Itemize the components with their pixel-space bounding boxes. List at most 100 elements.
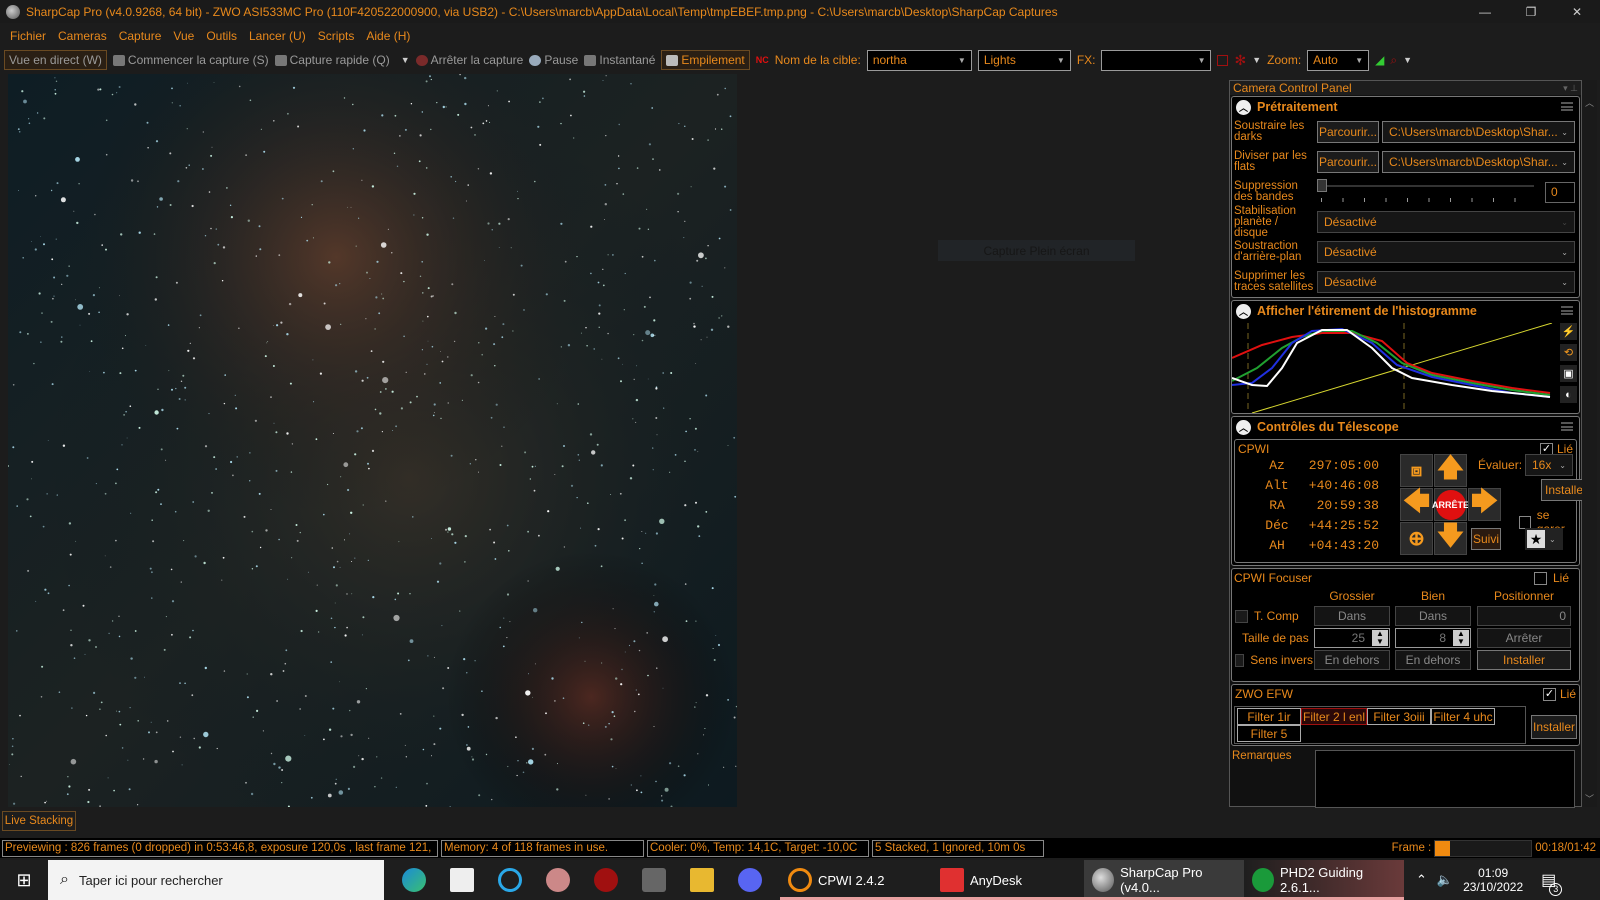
taskbar-app-sharpcap[interactable]: SharpCap Pro (v4.0... (1084, 860, 1244, 900)
section-header[interactable]: ︿ Prétraitement (1232, 97, 1579, 117)
arrow-up-button[interactable]: 🡅 (1434, 452, 1467, 487)
spin-icon[interactable]: ▲ ▼ (1372, 630, 1388, 646)
filter-4-button[interactable]: Filter 4 uhc (1431, 708, 1495, 725)
collapse-icon[interactable]: ︿ (1236, 99, 1251, 115)
tracking-button[interactable]: Suivi (1471, 528, 1501, 550)
section-header[interactable]: ︿ Contrôles du Télescope (1232, 417, 1579, 437)
taskbar-app-cpwi[interactable]: CPWI 2.4.2 (780, 860, 932, 900)
discord-icon[interactable] (738, 868, 762, 892)
fx-combo[interactable]: ▼ (1101, 49, 1212, 71)
app-icon[interactable] (594, 868, 618, 892)
coarse-in-button[interactable]: Dans (1314, 606, 1390, 626)
position-input[interactable]: 0 (1477, 606, 1571, 626)
menu-icon[interactable] (1561, 306, 1573, 315)
notifications-icon[interactable]: ▤ 3 (1533, 870, 1564, 896)
tcomp-checkbox[interactable] (1235, 609, 1248, 623)
crosshair-icon[interactable]: ✻ (1234, 52, 1246, 69)
pause-button[interactable]: Pause (529, 53, 578, 67)
app-icon[interactable] (546, 868, 570, 892)
snapshot-button[interactable]: Instantané (584, 53, 655, 67)
histogram-chart[interactable] (1232, 323, 1557, 413)
taskbar-search[interactable]: ⌕ Taper ici pour rechercher (48, 860, 384, 900)
coarse-step-stepper[interactable]: 25 ▲ ▼ (1314, 628, 1390, 648)
park-checkbox[interactable] (1519, 515, 1531, 529)
auto-stretch-icon[interactable]: ⚡ (1560, 323, 1577, 340)
efw-linked-checkbox[interactable]: ✓ (1542, 687, 1556, 701)
minimize-button[interactable]: — (1462, 0, 1508, 23)
menu-outils[interactable]: Outils (200, 29, 243, 43)
stabilisation-combo[interactable]: Désactivé ⌄ (1317, 211, 1575, 233)
menu-vue[interactable]: Vue (167, 29, 200, 43)
sync-combo[interactable]: ★ ⌄ (1525, 528, 1563, 550)
efw-setup-button[interactable]: Installer (1531, 715, 1577, 739)
filter-1-button[interactable]: Filter 1ir (1237, 708, 1301, 725)
windows-start-icon[interactable]: ⊞ (0, 870, 48, 891)
star-app-icon[interactable] (642, 868, 666, 892)
collapse-icon[interactable]: ︿ (1236, 419, 1251, 435)
arrow-right-button[interactable]: 🡆 (1468, 486, 1501, 521)
fine-out-button[interactable]: En dehors (1395, 650, 1471, 670)
stacking-button[interactable]: Empilement (661, 50, 750, 70)
menu-icon[interactable] (1561, 102, 1573, 111)
stop-capture-button[interactable]: Arrêter la capture (415, 53, 523, 67)
menu-fichier[interactable]: Fichier (4, 29, 52, 43)
flats-path-combo[interactable]: C:\Users\marcb\Desktop\Shar... ⌄ (1382, 151, 1575, 173)
panel-scrollbar[interactable]: ︿ ﹀ (1582, 80, 1597, 807)
file-explorer-icon[interactable] (690, 868, 714, 892)
notes-textarea[interactable] (1315, 750, 1575, 808)
image-viewer[interactable] (8, 74, 737, 807)
menu-cameras[interactable]: Cameras (52, 29, 113, 43)
close-button[interactable]: ✕ (1554, 0, 1600, 23)
reverse-checkbox[interactable] (1235, 653, 1245, 667)
menu-capture[interactable]: Capture (113, 29, 168, 43)
filter-2-button[interactable]: Filter 2 l enl (1301, 708, 1367, 725)
darks-browse-button[interactable]: Parcourir... (1317, 121, 1379, 143)
home-target-icon[interactable]: ⊕ (1400, 522, 1433, 555)
fine-step-stepper[interactable]: 8 ▲ ▼ (1395, 628, 1471, 648)
maximize-button[interactable]: ❐ (1508, 0, 1554, 23)
section-header[interactable]: ︿ Afficher l'étirement de l'histogramme (1232, 301, 1579, 321)
menu-icon[interactable] (1561, 422, 1573, 431)
menu-scripts[interactable]: Scripts (312, 29, 361, 43)
banding-slider[interactable] (1317, 179, 1542, 205)
fine-in-button[interactable]: Dans (1395, 606, 1471, 626)
spin-icon[interactable]: ▲ ▼ (1453, 630, 1469, 646)
background-combo[interactable]: Désactivé ⌄ (1317, 241, 1575, 263)
roi-icon[interactable] (1217, 54, 1229, 66)
banding-value-input[interactable]: 0 (1545, 181, 1575, 203)
edge-icon[interactable] (402, 868, 426, 892)
volume-icon[interactable]: 🔈 (1437, 872, 1453, 888)
histogram-icon[interactable]: ◢ (1375, 53, 1384, 67)
taskbar-app-anydesk[interactable]: AnyDesk (932, 860, 1084, 900)
live-view-button[interactable]: Vue en direct (W) (4, 50, 107, 70)
filter-3-button[interactable]: Filter 3oiii (1367, 708, 1431, 725)
chevron-down-icon[interactable]: ▼ (1403, 55, 1412, 65)
focuser-setup-button[interactable]: Installer (1477, 650, 1571, 670)
satellite-combo[interactable]: Désactivé ⌄ (1317, 271, 1575, 293)
tray-chevron-up-icon[interactable]: ⌃ (1416, 872, 1427, 888)
darks-path-combo[interactable]: C:\Users\marcb\Desktop\Shar... ⌄ (1382, 121, 1575, 143)
contrast-icon[interactable]: ◐ (1560, 386, 1577, 403)
live-stacking-tab[interactable]: Live Stacking (2, 811, 76, 831)
rate-combo[interactable]: 16x ⌄ (1525, 454, 1573, 476)
focuser-stop-button[interactable]: Arrêter (1477, 628, 1571, 648)
stellarium-icon[interactable] (450, 868, 474, 892)
arrow-left-button[interactable]: 🡄 (1400, 486, 1433, 521)
zoom-combo[interactable]: Auto ▼ (1307, 49, 1370, 71)
reset-icon[interactable]: ⟲ (1560, 344, 1577, 361)
pin-icon[interactable]: ▾ ⊥ (1563, 81, 1581, 95)
slider-thumb[interactable] (1317, 179, 1327, 192)
flats-browse-button[interactable]: Parcourir... (1317, 151, 1379, 173)
quick-capture-button[interactable]: Capture rapide (Q) ▼ (274, 53, 410, 67)
chevron-down-icon[interactable]: ▼ (1252, 55, 1261, 65)
focuser-linked-checkbox[interactable] (1533, 571, 1547, 585)
taskbar-app-phd2[interactable]: PHD2 Guiding 2.6.1... (1244, 860, 1404, 900)
target-name-combo[interactable]: northa ▼ (866, 49, 972, 71)
frame-type-combo[interactable]: Lights ▼ (977, 49, 1071, 71)
filter-5-button[interactable]: Filter 5 (1237, 725, 1301, 742)
menu-lancer[interactable]: Lancer (U) (243, 29, 312, 43)
menu-aide[interactable]: Aide (H) (360, 29, 416, 43)
scroll-down-icon[interactable]: ﹀ (1582, 792, 1597, 805)
save-icon[interactable]: ▣ (1560, 365, 1577, 382)
no-calibration-icon[interactable]: NC (756, 55, 769, 65)
